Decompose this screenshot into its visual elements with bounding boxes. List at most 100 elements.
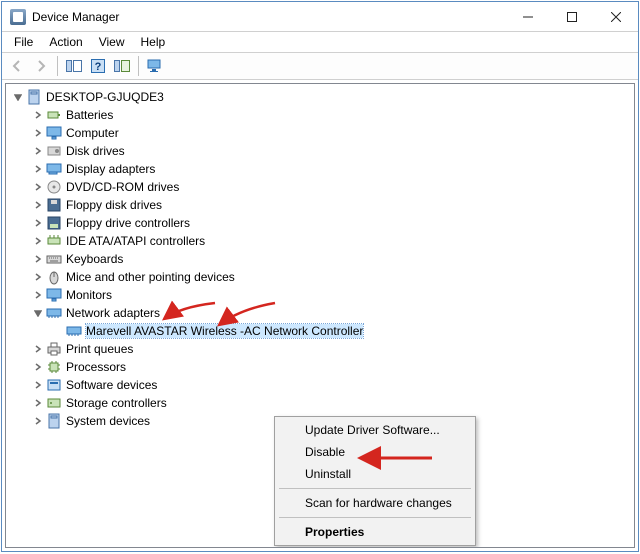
tree-item-label: Mice and other pointing devices xyxy=(66,270,235,284)
chevron-right-icon[interactable] xyxy=(32,127,44,139)
tree-item-label: Print queues xyxy=(66,342,133,356)
chevron-right-icon[interactable] xyxy=(32,289,44,301)
device-tree: DESKTOP-GJUQDE3 Batteries Computer Disk … xyxy=(6,84,634,434)
tree-item-disk-drives[interactable]: Disk drives xyxy=(8,142,632,160)
network-card-icon xyxy=(66,323,82,339)
floppy-ctrl-icon xyxy=(46,215,62,231)
tree-item-network-adapters[interactable]: Network adapters xyxy=(8,304,632,322)
chevron-right-icon[interactable] xyxy=(32,235,44,247)
window-title: Device Manager xyxy=(32,10,506,24)
context-menu: Update Driver Software... Disable Uninst… xyxy=(274,416,476,546)
tree-item-label: Floppy disk drives xyxy=(66,198,162,212)
ctx-properties[interactable]: Properties xyxy=(277,521,473,543)
printer-icon xyxy=(46,341,62,357)
chevron-right-icon[interactable] xyxy=(32,199,44,211)
ctx-disable[interactable]: Disable xyxy=(277,441,473,463)
menu-help[interactable]: Help xyxy=(133,33,174,51)
tree-item-label: Disk drives xyxy=(66,144,125,158)
tree-item-software-devices[interactable]: Software devices xyxy=(8,376,632,394)
minimize-button[interactable] xyxy=(506,2,550,32)
tree-item-floppy-controllers[interactable]: Floppy drive controllers xyxy=(8,214,632,232)
tree-item-wireless-controller[interactable]: Marevell AVASTAR Wireless -AC Network Co… xyxy=(8,322,632,340)
chevron-right-icon[interactable] xyxy=(32,271,44,283)
forward-button[interactable] xyxy=(30,55,52,77)
cdrom-icon xyxy=(46,179,62,195)
storage-icon xyxy=(46,395,62,411)
menu-file[interactable]: File xyxy=(6,33,41,51)
tree-item-storage-controllers[interactable]: Storage controllers xyxy=(8,394,632,412)
chevron-right-icon[interactable] xyxy=(32,415,44,427)
keyboard-icon xyxy=(46,251,62,267)
tree-item-dvd-cdrom[interactable]: DVD/CD-ROM drives xyxy=(8,178,632,196)
monitor-icon xyxy=(46,287,62,303)
chevron-right-icon[interactable] xyxy=(32,163,44,175)
system-icon xyxy=(46,413,62,429)
tree-item-batteries[interactable]: Batteries xyxy=(8,106,632,124)
tree-item-keyboards[interactable]: Keyboards xyxy=(8,250,632,268)
tree-item-label: DVD/CD-ROM drives xyxy=(66,180,179,194)
ctx-scan-hardware[interactable]: Scan for hardware changes xyxy=(277,492,473,514)
tree-item-display-adapters[interactable]: Display adapters xyxy=(8,160,632,178)
menu-view[interactable]: View xyxy=(91,33,133,51)
back-button[interactable] xyxy=(6,55,28,77)
device-manager-window: Device Manager File Action View Help ? D… xyxy=(1,1,639,552)
ctx-sep xyxy=(279,488,471,489)
cpu-icon xyxy=(46,359,62,375)
tree-item-print-queues[interactable]: Print queues xyxy=(8,340,632,358)
tree-item-label: Batteries xyxy=(66,108,113,122)
chevron-right-icon[interactable] xyxy=(32,397,44,409)
close-button[interactable] xyxy=(594,2,638,32)
devmgr-icon xyxy=(10,9,26,25)
help-button[interactable]: ? xyxy=(87,55,109,77)
tree-item-processors[interactable]: Processors xyxy=(8,358,632,376)
battery-icon xyxy=(46,107,62,123)
tree-pane[interactable]: DESKTOP-GJUQDE3 Batteries Computer Disk … xyxy=(5,83,635,548)
disk-icon xyxy=(46,143,62,159)
chevron-right-icon[interactable] xyxy=(32,181,44,193)
tree-item-floppy[interactable]: Floppy disk drives xyxy=(8,196,632,214)
tree-item-label: System devices xyxy=(66,414,150,428)
display-adapter-icon xyxy=(46,161,62,177)
chevron-right-icon[interactable] xyxy=(32,217,44,229)
menu-action[interactable]: Action xyxy=(41,33,90,51)
computer-icon xyxy=(26,89,42,105)
ctx-sep xyxy=(279,517,471,518)
tree-item-label: Storage controllers xyxy=(66,396,167,410)
floppy-icon xyxy=(46,197,62,213)
tree-item-monitors[interactable]: Monitors xyxy=(8,286,632,304)
tree-item-mice[interactable]: Mice and other pointing devices xyxy=(8,268,632,286)
maximize-button[interactable] xyxy=(550,2,594,32)
show-devices-button[interactable] xyxy=(144,55,166,77)
tree-item-label: Monitors xyxy=(66,288,112,302)
network-icon xyxy=(46,305,62,321)
tree-root-label: DESKTOP-GJUQDE3 xyxy=(46,90,164,104)
tree-item-ide[interactable]: IDE ATA/ATAPI controllers xyxy=(8,232,632,250)
chevron-right-icon[interactable] xyxy=(32,379,44,391)
show-hide-tree-button[interactable] xyxy=(63,55,85,77)
titlebar: Device Manager xyxy=(2,2,638,32)
ctx-uninstall[interactable]: Uninstall xyxy=(277,463,473,485)
chevron-down-icon[interactable] xyxy=(12,91,24,103)
tree-item-label: Display adapters xyxy=(66,162,155,176)
scan-hardware-button[interactable] xyxy=(111,55,133,77)
tree-root[interactable]: DESKTOP-GJUQDE3 xyxy=(8,88,632,106)
chevron-right-icon[interactable] xyxy=(32,343,44,355)
chevron-right-icon[interactable] xyxy=(32,361,44,373)
tree-item-computer[interactable]: Computer xyxy=(8,124,632,142)
software-icon xyxy=(46,377,62,393)
chevron-right-icon[interactable] xyxy=(32,145,44,157)
chevron-down-icon[interactable] xyxy=(32,307,44,319)
ctx-update-driver[interactable]: Update Driver Software... xyxy=(277,419,473,441)
mouse-icon xyxy=(46,269,62,285)
chevron-right-icon[interactable] xyxy=(32,109,44,121)
tree-item-label: Processors xyxy=(66,360,126,374)
chevron-right-icon[interactable] xyxy=(32,253,44,265)
toolbar: ? xyxy=(2,52,638,80)
tree-item-label: Computer xyxy=(66,126,119,140)
toolbar-sep xyxy=(138,56,139,76)
ide-icon xyxy=(46,233,62,249)
tree-item-label: Floppy drive controllers xyxy=(66,216,190,230)
monitor-icon xyxy=(46,125,62,141)
tree-item-label: IDE ATA/ATAPI controllers xyxy=(66,234,205,248)
tree-item-label: Software devices xyxy=(66,378,157,392)
